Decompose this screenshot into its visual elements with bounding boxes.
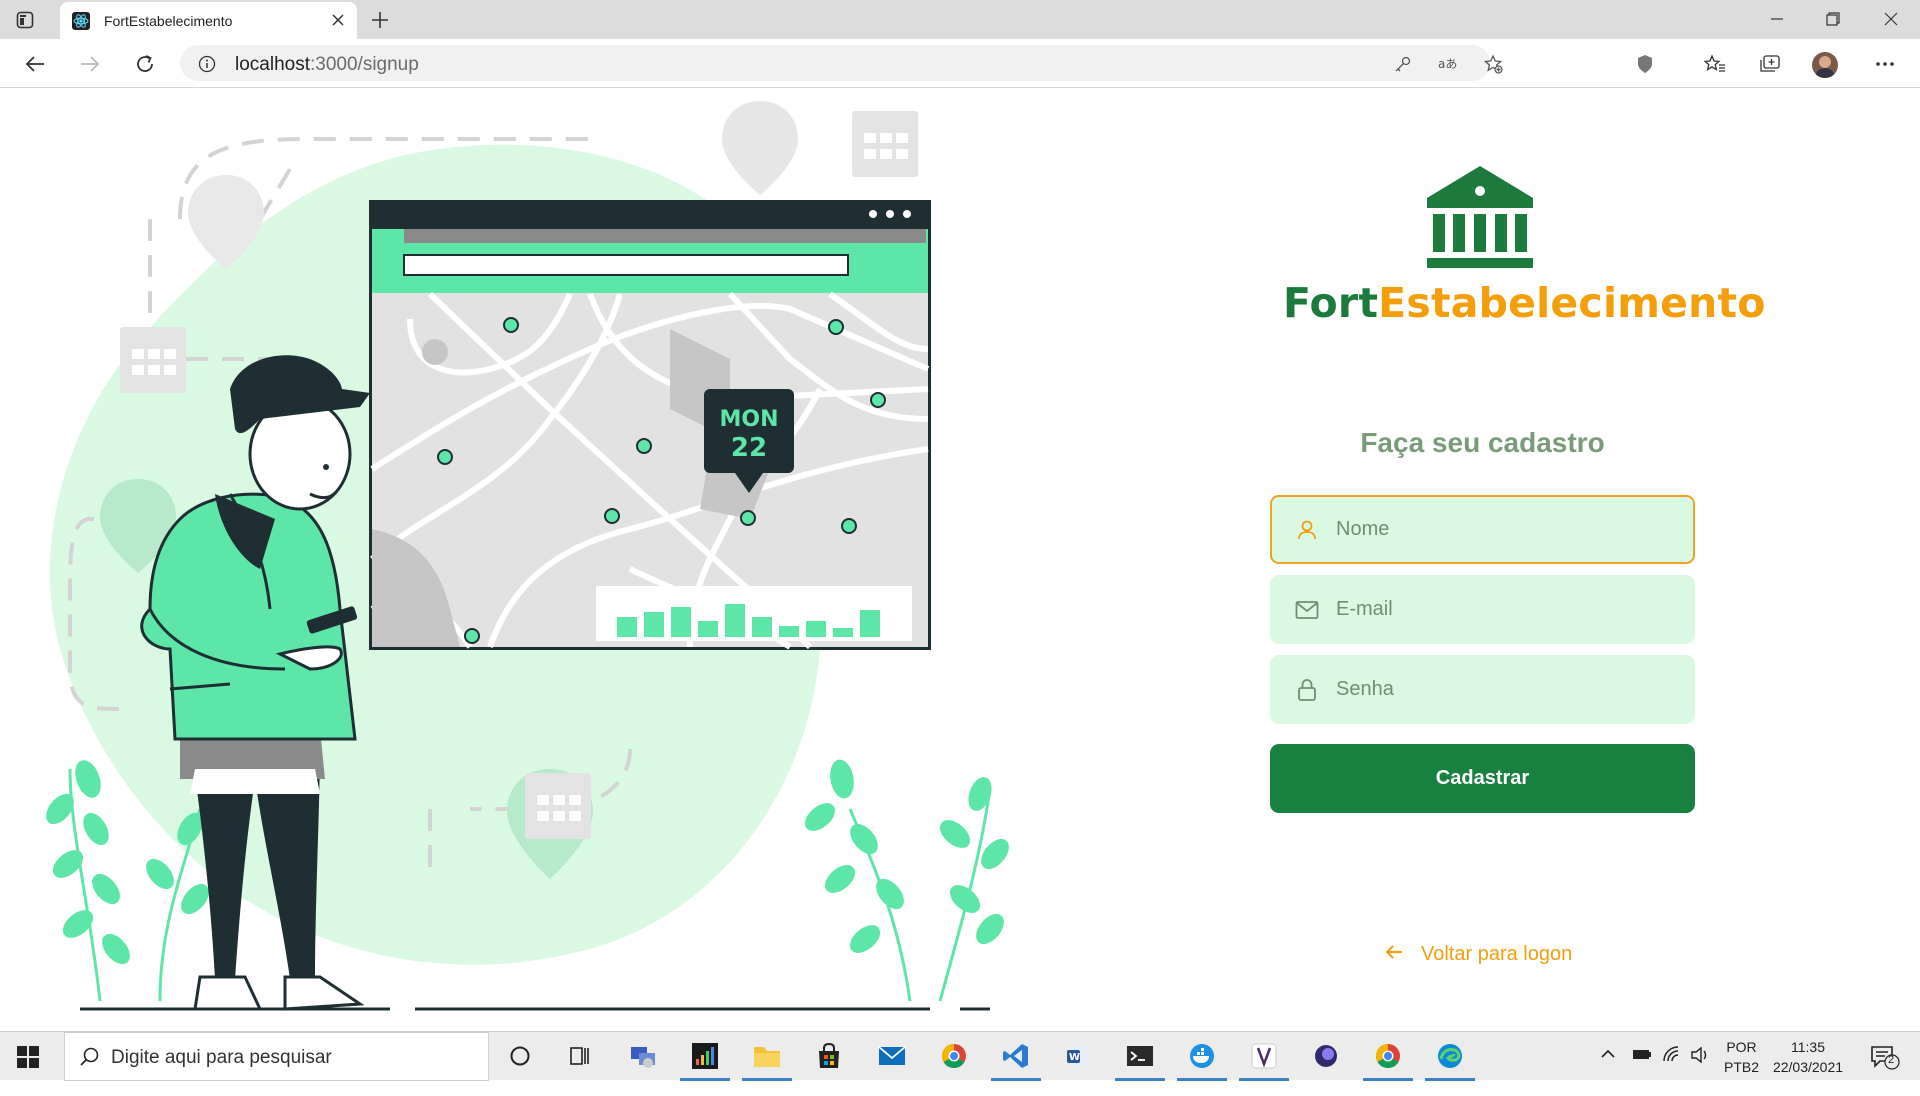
signup-page: MON 22 FortEstabelecimento Faça seu cada…	[0, 89, 1920, 1031]
svg-text:aあ: aあ	[1438, 57, 1457, 71]
svg-text:W: W	[1069, 1052, 1080, 1063]
pin-day-text: MON	[719, 407, 778, 432]
tab-actions-icon[interactable]	[14, 9, 36, 31]
info-icon[interactable]	[196, 53, 218, 75]
browser-toolbar: localhost:3000/signup aあ	[0, 39, 1920, 88]
password-input[interactable]	[1336, 657, 1676, 722]
edge-icon[interactable]	[1425, 1039, 1475, 1081]
key-icon[interactable]	[1392, 53, 1414, 75]
forward-arrow-icon[interactable]	[77, 51, 103, 77]
taskbar-search[interactable]: Digite aqui para pesquisar	[64, 1032, 489, 1081]
docker-icon[interactable]	[1177, 1039, 1227, 1081]
show-hidden-icons[interactable]	[1600, 1047, 1616, 1096]
windows-start-icon[interactable]	[16, 1045, 40, 1069]
search-placeholder: Digite aqui para pesquisar	[111, 1047, 332, 1068]
file-explorer-icon[interactable]	[742, 1039, 792, 1081]
more-options-icon[interactable]	[1872, 51, 1898, 77]
browser-tab-strip: FortEstabelecimento	[0, 0, 1920, 39]
notification-count: 2	[1888, 1054, 1895, 1066]
store-icon[interactable]	[812, 1039, 846, 1073]
user-icon	[1294, 517, 1320, 543]
chrome-icon[interactable]	[937, 1039, 971, 1073]
clock[interactable]: 11:35 22/03/2021	[1768, 1037, 1848, 1086]
browser-tab[interactable]: FortEstabelecimento	[60, 2, 357, 39]
url-text[interactable]: localhost:3000/signup	[235, 54, 419, 76]
powershell-icon[interactable]	[1115, 1039, 1165, 1081]
collections-icon[interactable]	[1757, 51, 1783, 77]
shield-icon[interactable]	[1632, 51, 1658, 77]
password-field[interactable]	[1270, 655, 1695, 724]
signup-illustration: MON 22	[46, 101, 1009, 1011]
email-field[interactable]	[1270, 575, 1695, 644]
back-arrow-icon[interactable]	[22, 51, 48, 77]
bank-building-icon	[1427, 166, 1533, 268]
language-indicator[interactable]: POR PTB2	[1724, 1037, 1759, 1086]
chrome-second-icon[interactable]	[1363, 1039, 1413, 1081]
window-close-icon[interactable]	[1876, 6, 1906, 32]
notifications-icon[interactable]: 2	[1870, 1044, 1900, 1093]
battery-icon[interactable]	[1632, 1047, 1652, 1096]
name-input[interactable]	[1336, 497, 1676, 562]
beekeeper-icon[interactable]	[1309, 1039, 1343, 1073]
mail-app-icon[interactable]	[875, 1039, 909, 1073]
terminal-app-icon[interactable]	[680, 1039, 730, 1081]
tab-title: FortEstabelecimento	[104, 13, 233, 29]
refresh-icon[interactable]	[132, 51, 158, 77]
react-icon	[72, 12, 90, 30]
add-favorite-icon[interactable]	[1482, 53, 1504, 75]
cortana-icon[interactable]	[503, 1039, 537, 1073]
name-field[interactable]	[1270, 495, 1695, 564]
signup-submit-button[interactable]: Cadastrar	[1270, 744, 1695, 813]
email-input[interactable]	[1336, 577, 1676, 642]
volume-icon[interactable]	[1690, 1046, 1710, 1095]
search-icon	[79, 1046, 101, 1068]
word-icon[interactable]: W	[1061, 1039, 1095, 1073]
brand-logo-text: FortEstabelecimento	[1283, 279, 1766, 327]
minimize-icon[interactable]	[1762, 6, 1792, 32]
mail-icon	[1294, 597, 1320, 623]
task-view-icon[interactable]	[563, 1039, 597, 1073]
restore-icon[interactable]	[1818, 6, 1848, 32]
vscode-icon[interactable]	[991, 1039, 1041, 1081]
pin-date-text: 22	[731, 433, 767, 463]
form-title: Faça seu cadastro	[1360, 427, 1605, 458]
network-app-icon[interactable]	[626, 1039, 660, 1073]
translate-icon[interactable]: aあ	[1437, 53, 1459, 75]
close-icon[interactable]	[329, 11, 347, 29]
arrow-left-icon	[1385, 943, 1403, 966]
windows-taskbar: Digite aqui para pesquisar W POR PTB2 11…	[0, 1031, 1920, 1081]
wifi-icon[interactable]	[1662, 1045, 1682, 1094]
back-to-logon-link[interactable]: Voltar para logon	[1385, 943, 1572, 966]
lock-icon	[1294, 677, 1320, 703]
favorites-icon[interactable]	[1702, 51, 1728, 77]
back-link-label: Voltar para logon	[1421, 943, 1573, 965]
insomnia-icon[interactable]	[1239, 1039, 1289, 1081]
profile-avatar[interactable]	[1812, 52, 1838, 78]
address-bar[interactable]: localhost:3000/signup aあ	[180, 45, 1503, 81]
new-tab-button[interactable]	[368, 8, 392, 32]
